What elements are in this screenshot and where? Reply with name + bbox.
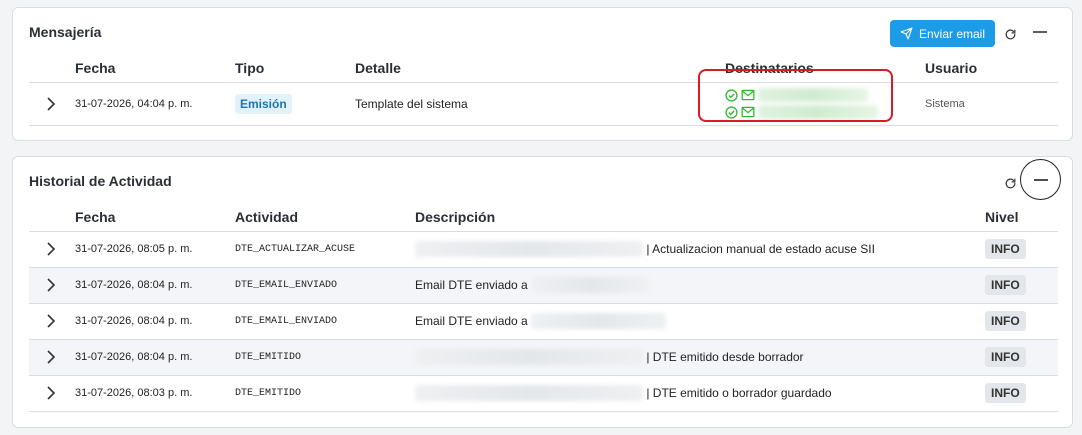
messaging-table: Fecha Tipo Detalle Destinatarios Usuario… [29,54,1058,126]
col-tipo: Tipo [235,54,355,83]
level-badge: INFO [985,347,1026,367]
chevron-right-icon[interactable] [29,96,73,111]
chevron-right-icon[interactable] [29,242,73,256]
table-row[interactable]: 31-07-2026, 08:03 p. m. DTE_EMITIDO | DT… [29,375,1058,412]
redacted-text [415,385,643,401]
desc-suffix: | DTE emitido desde borrador [646,350,804,364]
recipients-cell [725,82,925,126]
messaging-header-row: Fecha Tipo Detalle Destinatarios Usuario [29,54,1058,83]
level-badge: INFO [985,311,1026,331]
redacted-recipient [758,88,868,102]
col-usuario: Usuario [925,54,1058,83]
send-email-button[interactable]: Enviar email [890,20,995,47]
table-row[interactable]: 31-07-2026, 04:04 p. m. Emisión Template… [29,82,1058,126]
row-fecha: 31-07-2026, 04:04 p. m. [75,82,235,126]
minus-icon[interactable] [1020,159,1061,200]
table-row[interactable]: 31-07-2026, 08:04 p. m. DTE_EMAIL_ENVIAD… [29,303,1058,340]
row-descripcion: Email DTE enviado a [415,303,985,340]
level-badge: INFO [985,239,1026,259]
history-title: Historial de Actividad [29,173,172,189]
row-actividad: DTE_EMAIL_ENVIADO [235,267,415,304]
minus-icon[interactable] [1030,22,1050,42]
row-actividad: DTE_EMITIDO [235,375,415,412]
col-fecha: Fecha [75,203,235,232]
chevron-right-icon[interactable] [29,314,73,328]
redacted-text [531,277,650,293]
messaging-panel: Mensajería Enviar email Fecha Tipo Detal… [12,7,1073,141]
row-detalle: Template del sistema [355,82,725,126]
tipo-badge: Emisión [235,93,292,114]
recipient-entry [725,104,925,121]
history-header-row: Fecha Actividad Descripción Nivel [29,203,1058,232]
envelope-icon [741,106,755,118]
row-fecha: 31-07-2026, 08:04 p. m. [75,267,235,304]
col-fecha: Fecha [75,54,235,83]
refresh-icon[interactable] [1000,24,1020,44]
redacted-text [531,313,667,329]
redacted-recipient [758,105,878,119]
recipient-entry [725,87,925,104]
row-descripcion: | DTE emitido desde borrador [415,339,985,376]
col-blank [29,203,75,232]
row-fecha: 31-07-2026, 08:03 p. m. [75,375,235,412]
redacted-text [415,241,643,257]
row-actividad: DTE_EMITIDO [235,339,415,376]
col-detalle: Detalle [355,54,725,83]
chevron-right-icon[interactable] [29,350,73,364]
row-descripcion: | DTE emitido o borrador guardado [415,375,985,412]
check-circle-icon [725,105,738,119]
paper-plane-icon [900,27,913,40]
envelope-icon [741,89,755,101]
table-row[interactable]: 31-07-2026, 08:04 p. m. DTE_EMAIL_ENVIAD… [29,267,1058,304]
col-nivel: Nivel [985,203,1058,232]
row-fecha: 31-07-2026, 08:04 p. m. [75,339,235,376]
redacted-text [415,349,643,365]
row-fecha: 31-07-2026, 08:04 p. m. [75,303,235,340]
level-badge: INFO [985,275,1026,295]
desc-prefix: Email DTE enviado a [415,278,528,292]
chevron-right-icon[interactable] [29,278,73,292]
col-blank [29,54,75,83]
col-destinatarios: Destinatarios [725,54,925,83]
row-usuario: Sistema [925,82,1058,126]
desc-suffix: | DTE emitido o borrador guardado [646,386,832,400]
table-row[interactable]: 31-07-2026, 08:05 p. m. DTE_ACTUALIZAR_A… [29,231,1058,268]
level-badge: INFO [985,383,1026,403]
row-actividad: DTE_EMAIL_ENVIADO [235,303,415,340]
desc-suffix: | Actualizacion manual de estado acuse S… [646,242,875,256]
table-row[interactable]: 31-07-2026, 08:04 p. m. DTE_EMITIDO | DT… [29,339,1058,376]
row-descripcion: | Actualizacion manual de estado acuse S… [415,231,985,268]
history-panel: Historial de Actividad Fecha Actividad D… [12,156,1073,428]
row-fecha: 31-07-2026, 08:05 p. m. [75,231,235,268]
check-circle-icon [725,88,738,102]
refresh-icon[interactable] [1000,173,1020,193]
col-actividad: Actividad [235,203,415,232]
col-descripcion: Descripción [415,203,985,232]
send-email-label: Enviar email [918,26,986,41]
history-table: Fecha Actividad Descripción Nivel 31-07-… [29,203,1058,412]
row-actividad: DTE_ACTUALIZAR_ACUSE [235,231,415,268]
messaging-title: Mensajería [29,24,102,40]
row-descripcion: Email DTE enviado a [415,267,985,304]
chevron-right-icon[interactable] [29,386,73,400]
desc-prefix: Email DTE enviado a [415,314,528,328]
